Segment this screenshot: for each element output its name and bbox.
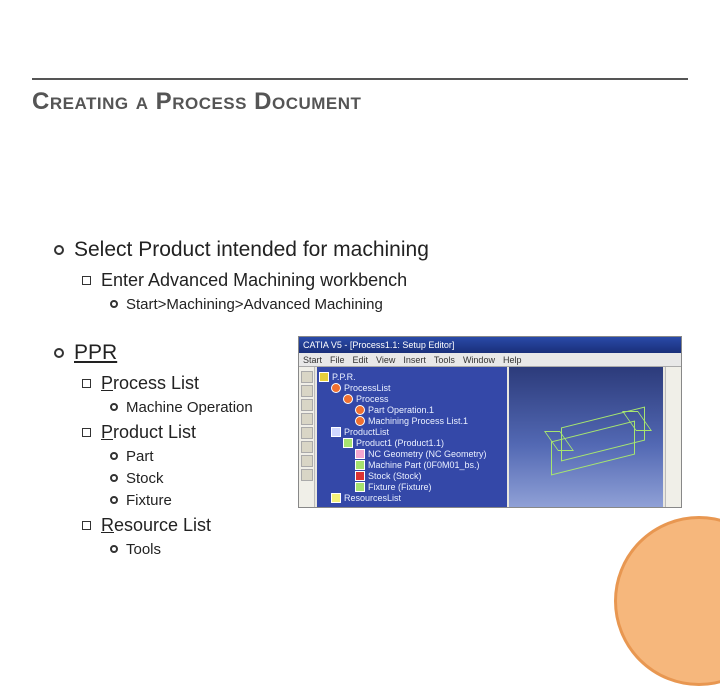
tree-node[interactable]: ProductList — [319, 427, 505, 437]
gear-icon — [355, 416, 365, 426]
right-toolbar — [665, 367, 681, 507]
3d-viewport[interactable] — [509, 367, 663, 507]
gear-icon — [343, 394, 353, 404]
menu-item[interactable]: Insert — [403, 355, 426, 365]
tree-label: NC Geometry (NC Geometry) — [368, 449, 487, 459]
window-title-text: CATIA V5 - [Process1.1: Setup Editor] — [303, 340, 454, 350]
text: Start>Machining>Advanced Machining — [126, 296, 383, 313]
left-toolbar — [299, 367, 315, 507]
text: esource List — [114, 515, 211, 535]
tree-node[interactable]: Machining Process List.1 — [319, 416, 505, 426]
bullet-tools: Tools — [110, 541, 674, 558]
toolbar-icon[interactable] — [301, 371, 313, 383]
part-icon — [331, 427, 341, 437]
prefix: P — [101, 422, 113, 442]
tree-node[interactable]: Fixture (Fixture) — [319, 482, 505, 492]
tree-node[interactable]: Part Operation.1 — [319, 405, 505, 415]
text: Machine Operation — [126, 399, 253, 416]
tree-label: ProductList — [344, 427, 389, 437]
prefix: P — [101, 373, 113, 393]
tree-label: Process — [356, 394, 389, 404]
menu-item[interactable]: File — [330, 355, 345, 365]
tree-node[interactable]: P.P.R. — [319, 372, 505, 382]
tree-node[interactable]: Stock (Stock) — [319, 471, 505, 481]
cube-icon — [355, 460, 365, 470]
bullet-start-path: Start>Machining>Advanced Machining — [110, 296, 674, 313]
bullet-resource-list: Resource List — [82, 515, 674, 536]
res-icon — [331, 493, 341, 503]
text: Fixture — [126, 492, 172, 509]
cube-icon — [355, 482, 365, 492]
text: Select Product intended for machining — [74, 238, 429, 261]
tree-node[interactable]: Product1 (Product1.1) — [319, 438, 505, 448]
bullet-enter-workbench: Enter Advanced Machining workbench — [82, 270, 674, 291]
tree-label: Machine Part (0F0M01_bs.) — [368, 460, 480, 470]
menu-bar: Start File Edit View Insert Tools Window… — [299, 353, 681, 367]
text: Tools — [126, 541, 161, 558]
toolbar-icon[interactable] — [301, 385, 313, 397]
part-wireframe — [539, 397, 659, 477]
toolbar-icon[interactable] — [301, 427, 313, 439]
embedded-screenshot: CATIA V5 - [Process1.1: Setup Editor] St… — [298, 336, 682, 508]
gear-icon — [355, 405, 365, 415]
menu-item[interactable]: View — [376, 355, 395, 365]
window-titlebar: CATIA V5 - [Process1.1: Setup Editor] — [299, 337, 681, 353]
tree-label: Part Operation.1 — [368, 405, 434, 415]
toolbar-icon[interactable] — [301, 399, 313, 411]
folder-icon — [319, 372, 329, 382]
toolbar-icon[interactable] — [301, 469, 313, 481]
text: PPR — [74, 341, 117, 364]
menu-item[interactable]: Edit — [353, 355, 369, 365]
menu-item[interactable]: Window — [463, 355, 495, 365]
toolbar-icon[interactable] — [301, 441, 313, 453]
cube-icon — [343, 438, 353, 448]
tree-label: P.P.R. — [332, 372, 356, 382]
tree-label: Machining Process List.1 — [368, 416, 468, 426]
tree-label: Product1 (Product1.1) — [356, 438, 444, 448]
text: rocess List — [113, 373, 199, 393]
page-title: Creating a Process Document — [32, 88, 720, 116]
bullet-select-product: Select Product intended for machining — [54, 238, 674, 262]
text: Part — [126, 448, 154, 465]
tree-label: ResourcesList — [344, 493, 401, 503]
tree-node[interactable]: NC Geometry (NC Geometry) — [319, 449, 505, 459]
tree-node[interactable]: Machine Part (0F0M01_bs.) — [319, 460, 505, 470]
menu-item[interactable]: Start — [303, 355, 322, 365]
tree-node[interactable]: Process — [319, 394, 505, 404]
spec-tree[interactable]: P.P.R.ProcessListProcessPart Operation.1… — [317, 367, 507, 507]
pink-icon — [355, 449, 365, 459]
menu-item[interactable]: Help — [503, 355, 522, 365]
tree-label: Fixture (Fixture) — [368, 482, 432, 492]
prefix: R — [101, 515, 114, 535]
red-icon — [355, 471, 365, 481]
menu-item[interactable]: Tools — [434, 355, 455, 365]
gear-icon — [331, 383, 341, 393]
tree-label: Stock (Stock) — [368, 471, 422, 481]
tree-node[interactable]: ProcessList — [319, 383, 505, 393]
text: roduct List — [113, 422, 196, 442]
tree-node[interactable]: ResourcesList — [319, 493, 505, 503]
text: Enter Advanced Machining workbench — [101, 270, 407, 290]
toolbar-icon[interactable] — [301, 413, 313, 425]
tree-label: ProcessList — [344, 383, 391, 393]
text: Stock — [126, 470, 164, 487]
toolbar-icon[interactable] — [301, 455, 313, 467]
